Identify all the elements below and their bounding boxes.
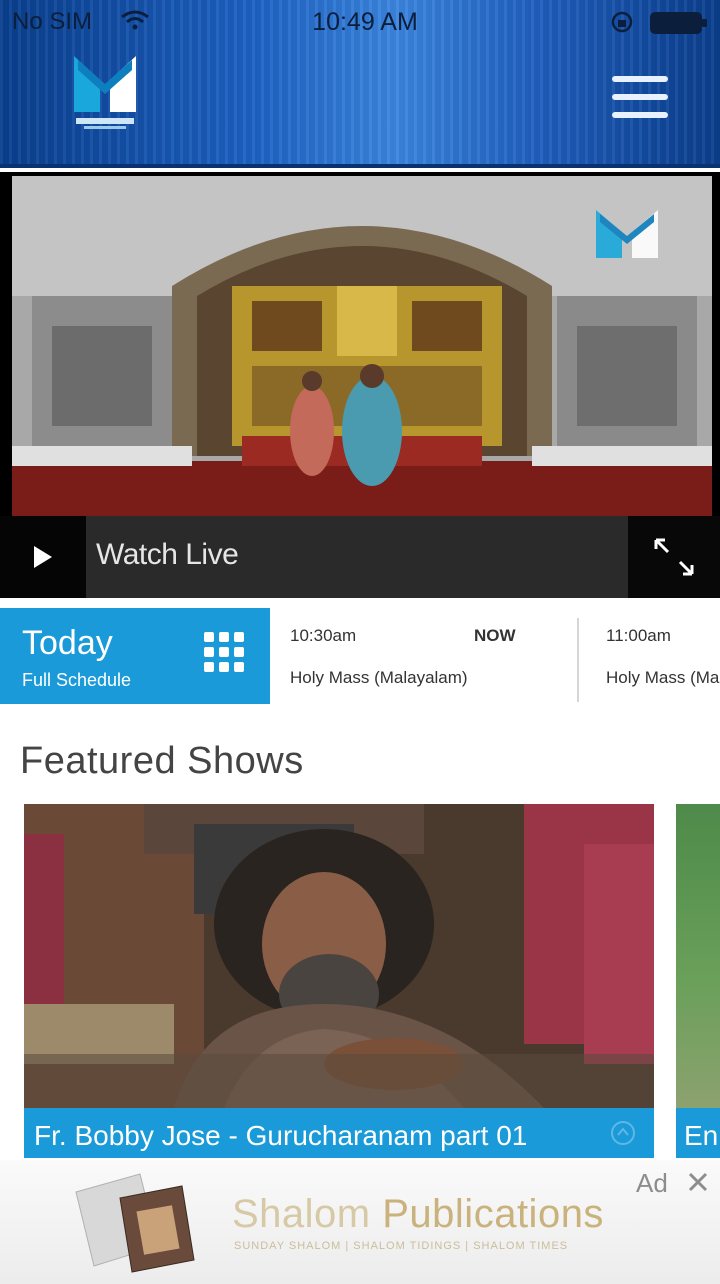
slot-divider [577,618,579,702]
live-video-player[interactable]: Watch Live [0,172,720,598]
slot-time: 11:00am [606,626,671,645]
show-title: Fr. Bobby Jose - Gurucharanam part 01 [34,1120,528,1151]
grid-icon [204,632,246,682]
ad-label: Ad [636,1168,668,1198]
slot-time: 10:30am [290,626,357,645]
ad-brand-part1: Shalom [232,1192,383,1236]
play-icon [34,546,52,568]
play-button[interactable] [0,516,86,598]
schedule-slot[interactable]: 10:30am NOW Holy Mass (Malayalam) [290,608,560,704]
full-schedule-label: Full Schedule [22,670,132,690]
info-icon[interactable] [610,1120,636,1146]
featured-show-card[interactable]: Fr. Bobby Jose - Gurucharanam part 01 [24,804,654,1158]
slot-title: Holy Mass (Malayalam) [606,668,720,687]
ad-title: Shalom Publications [232,1192,604,1237]
close-icon[interactable] [686,1170,710,1194]
ad-tagline: SUNDAY SHALOM | SHALOM TIDINGS | SHALOM … [234,1240,569,1252]
watch-live-label: Watch Live [96,538,239,571]
menu-bar [612,94,668,100]
featured-show-card[interactable]: En [676,804,720,1158]
books-image [75,1173,195,1273]
fullscreen-button[interactable] [628,516,720,598]
player-controls: Watch Live [0,516,720,598]
hamburger-menu-button[interactable] [612,76,668,120]
show-title: En [684,1120,719,1151]
shalom-logo-icon[interactable] [70,50,140,134]
show-thumbnail [24,804,654,1108]
menu-bar [612,112,668,118]
fullscreen-icon [654,538,694,576]
app-header: No SIM 10:49 AM [0,0,720,168]
today-full-schedule-button[interactable]: Today Full Schedule [0,608,270,704]
channel-watermark-icon [596,210,658,258]
battery-icon [650,12,707,34]
now-badge: NOW [474,626,516,645]
today-label: Today [22,624,113,662]
watch-live-bar[interactable]: Watch Live [86,516,628,598]
show-caption: Fr. Bobby Jose - Gurucharanam part 01 [24,1108,654,1158]
show-caption: En [676,1108,720,1158]
menu-bar [612,76,668,82]
ad-brand-part2: Publications [382,1192,604,1236]
schedule-slot[interactable]: 11:00am Holy Mass (Malayalam) [606,608,720,704]
ad-banner[interactable]: Shalom Publications SUNDAY SHALOM | SHAL… [0,1160,720,1284]
schedule-strip: Today Full Schedule 10:30am NOW Holy Mas… [0,608,720,704]
rotation-lock-icon [611,11,633,33]
slot-title: Holy Mass (Malayalam) [290,668,468,687]
status-bar: No SIM 10:49 AM [0,0,720,44]
featured-shows-heading: Featured Shows [20,740,304,782]
app-screen: No SIM 10:49 AM Watch Live Today Full Sc… [0,0,720,1284]
